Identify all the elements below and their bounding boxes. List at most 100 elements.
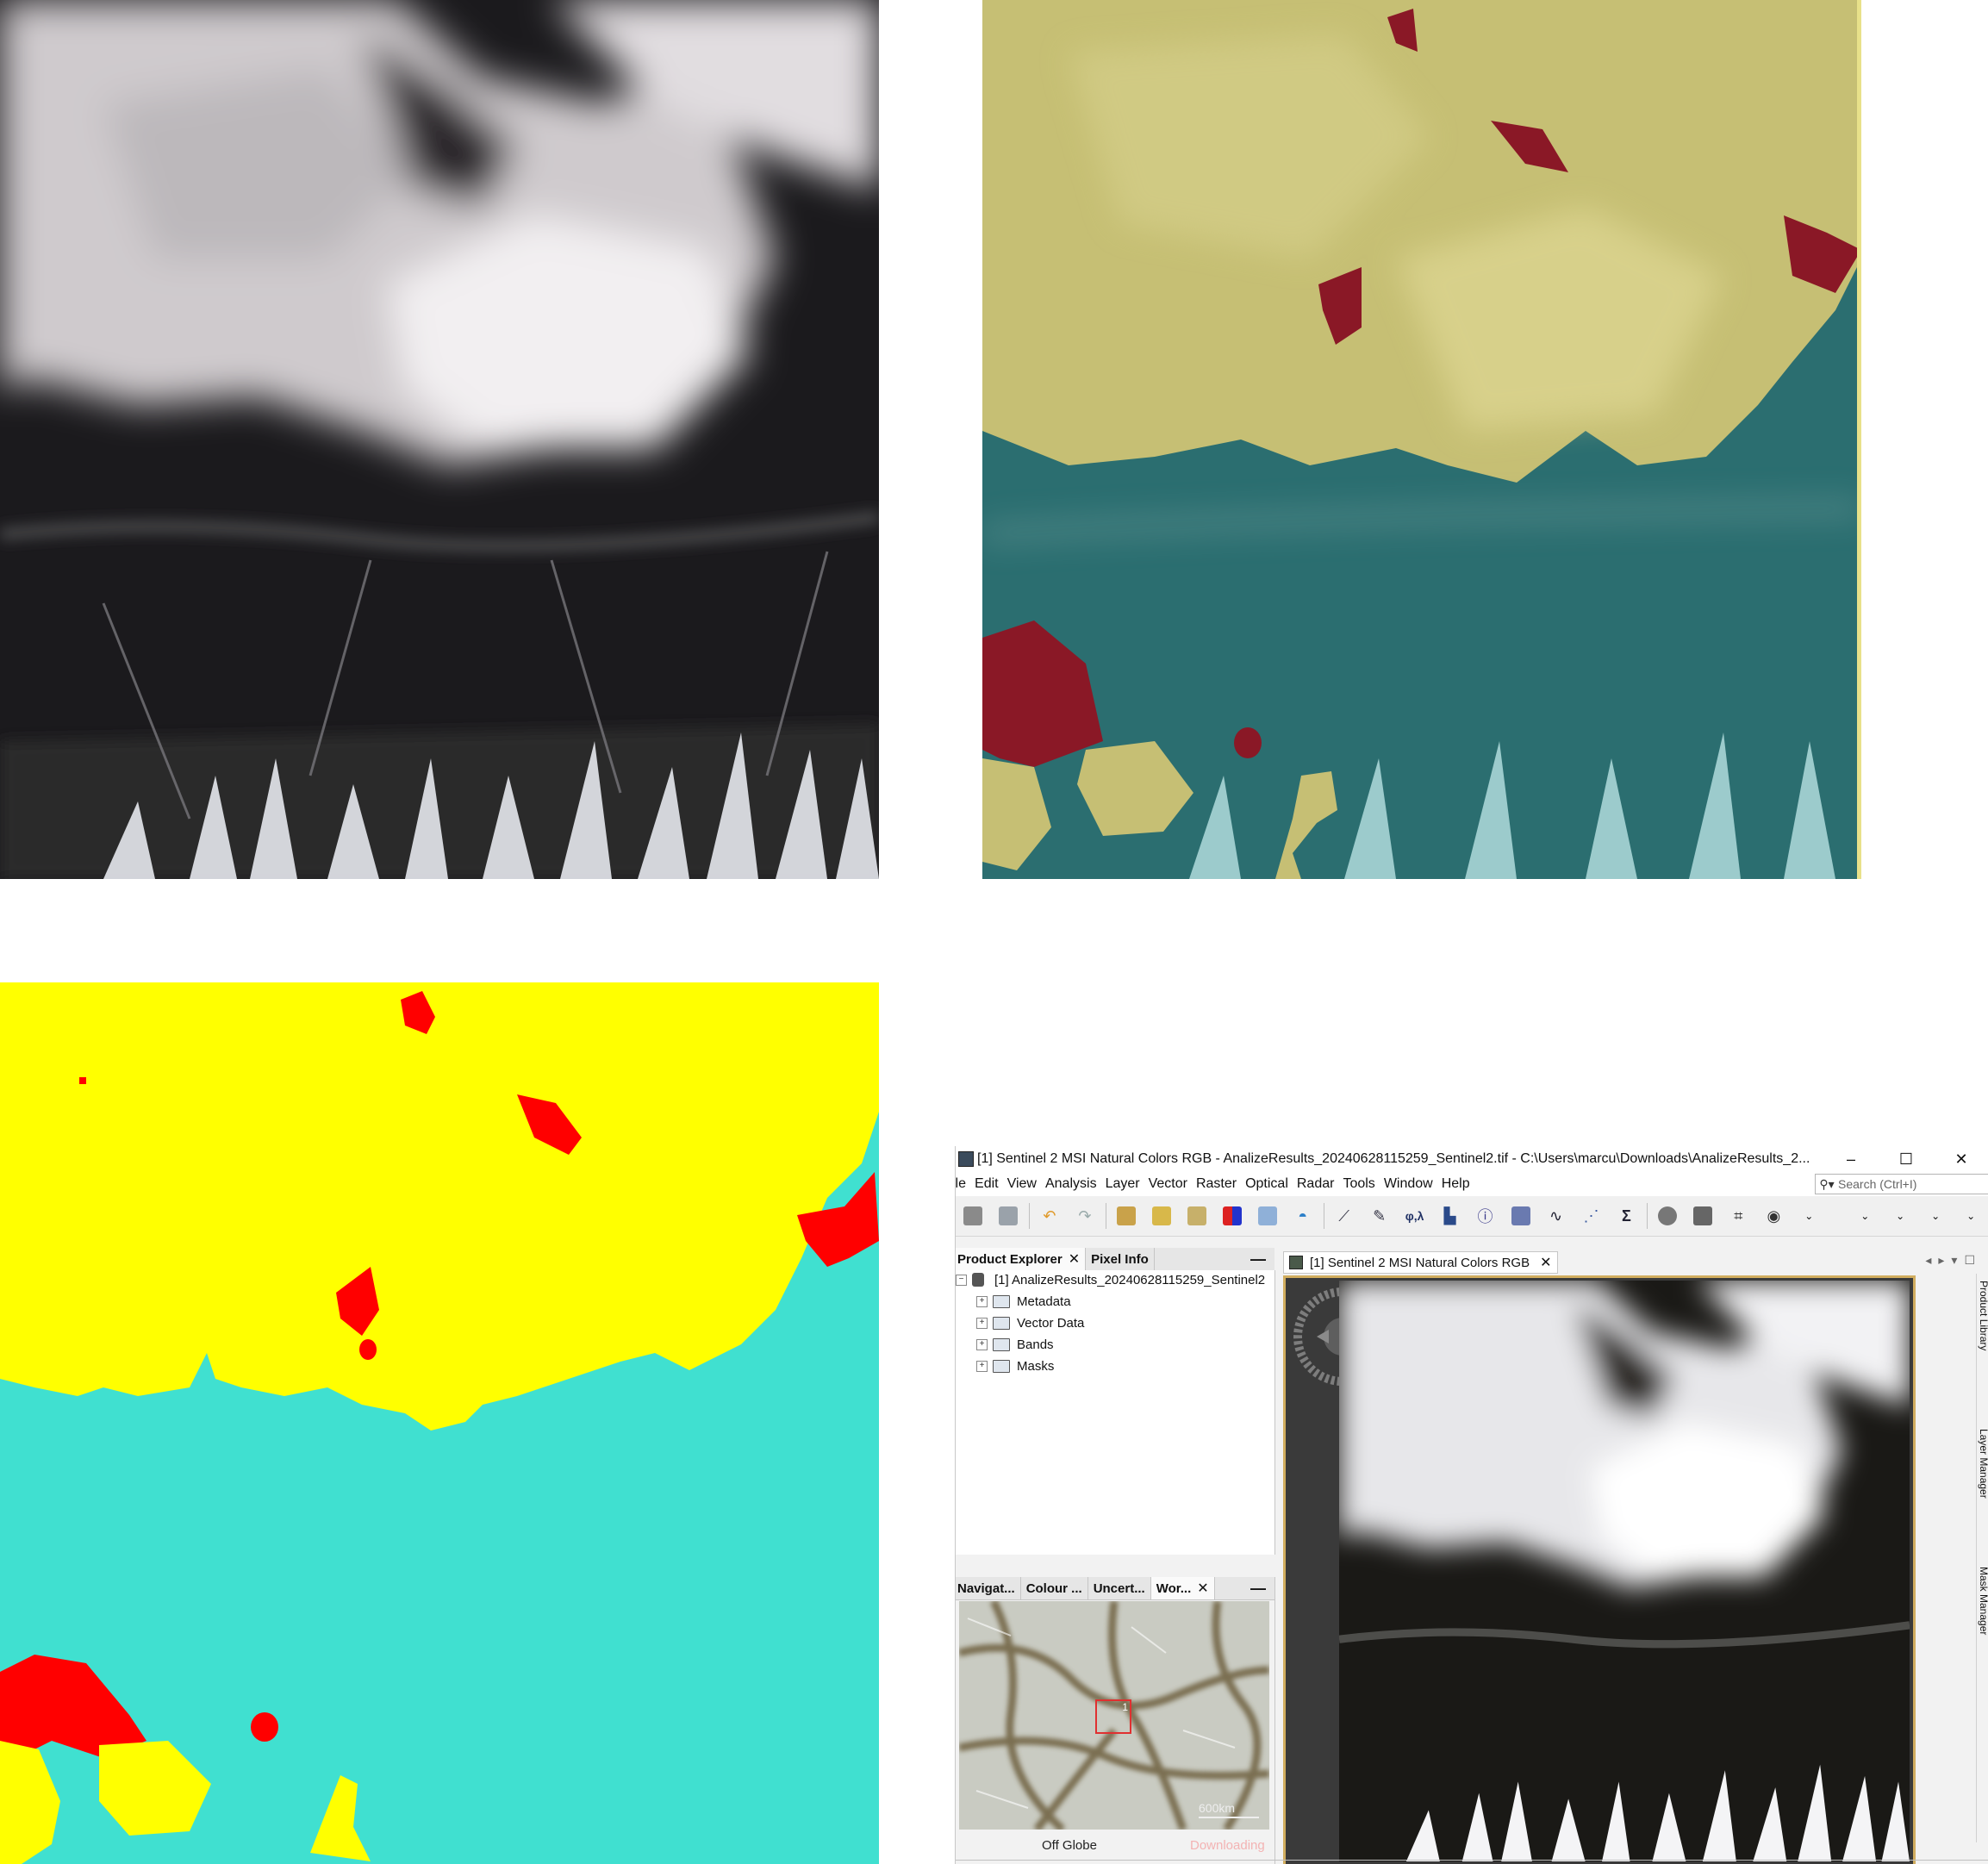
menu-help[interactable]: Help (1442, 1176, 1470, 1192)
info-icon[interactable]: ⓘ (1474, 1204, 1498, 1228)
wave-icon[interactable]: ◓ (1291, 1204, 1315, 1228)
title-bar: [1] Sentinel 2 MSI Natural Colors RGB - … (956, 1146, 1988, 1172)
image-view[interactable] (1283, 1275, 1916, 1864)
minimize-button[interactable]: – (1823, 1150, 1879, 1169)
close-icon[interactable]: ✕ (1540, 1254, 1551, 1271)
folder-icon (993, 1316, 1010, 1330)
search-placeholder: Search (Ctrl+I) (1838, 1177, 1917, 1191)
world-view-status: Off Globe Downloading (956, 1836, 1274, 1855)
rgb-image-display[interactable] (1339, 1281, 1910, 1861)
rgb-icon[interactable] (1220, 1204, 1244, 1228)
chevron-down-icon[interactable]: ⌄ (1923, 1204, 1947, 1228)
tree-node-masks[interactable]: + Masks (976, 1356, 1054, 1375)
viewport-marker[interactable]: 1 (1095, 1699, 1131, 1734)
layer-manager-tab[interactable]: Layer Manager (1978, 1429, 1988, 1499)
satellite-image-panel (0, 0, 879, 879)
app-icon (958, 1151, 974, 1167)
expand-icon[interactable]: + (976, 1317, 988, 1329)
close-button[interactable]: ✕ (1934, 1150, 1988, 1169)
navigation-tab-row: Navigat... Colour ... Uncert... Wor... ✕… (956, 1577, 1274, 1600)
menu-radar[interactable]: Radar (1297, 1176, 1335, 1192)
open-product-icon[interactable] (961, 1204, 985, 1228)
time-series-icon[interactable] (1509, 1204, 1533, 1228)
menu-view[interactable]: View (1007, 1176, 1037, 1192)
session-icon[interactable] (996, 1204, 1020, 1228)
explorer-tab-row: Product Explorer ✕ Pixel Info — (956, 1248, 1274, 1271)
classification-overlay-image (982, 0, 1861, 879)
tree-node-vector-data[interactable]: + Vector Data (976, 1313, 1084, 1332)
window-title: [1] Sentinel 2 MSI Natural Colors RGB - … (977, 1151, 1810, 1166)
image-view-icon (1289, 1256, 1303, 1269)
tab-product-explorer[interactable]: Product Explorer ✕ (956, 1248, 1087, 1270)
phi-lambda-icon[interactable]: φ,λ (1403, 1204, 1427, 1228)
pin-icon[interactable] (1691, 1204, 1715, 1228)
tab-colour-manipulation[interactable]: Colour ... (1021, 1577, 1088, 1599)
expand-icon[interactable]: + (976, 1338, 988, 1350)
main-toolbar: ↶ ↷ ◓ ⟋ ✎ φ,λ ▙ ⓘ ∿ ⋰ Σ ⌗ ◉ ⌄ ⌄ ⌄ ⌄ ⌄ (956, 1196, 1988, 1237)
minimize-panel-button[interactable]: — (1250, 1250, 1266, 1269)
tab-uncertainty[interactable]: Uncert... (1088, 1577, 1151, 1599)
tree-node-metadata[interactable]: + Metadata (976, 1292, 1071, 1311)
minimize-panel-button[interactable]: — (1250, 1580, 1266, 1598)
menu-file[interactable]: ile (956, 1176, 966, 1192)
scatter-icon[interactable]: ⋰ (1579, 1204, 1603, 1228)
world-view-map[interactable]: 1 600km (959, 1601, 1269, 1830)
menu-raster[interactable]: Raster (1196, 1176, 1237, 1192)
close-icon[interactable]: ✕ (1069, 1250, 1080, 1268)
tool-icon-3[interactable] (1185, 1204, 1209, 1228)
expand-icon[interactable]: + (976, 1295, 988, 1307)
chevron-down-icon[interactable]: ⌄ (1797, 1204, 1821, 1228)
spectrum-icon[interactable]: ∿ (1544, 1204, 1568, 1228)
tab-pixel-info[interactable]: Pixel Info (1086, 1248, 1155, 1270)
tab-image-view[interactable]: [1] Sentinel 2 MSI Natural Colors RGB ✕ (1283, 1251, 1558, 1274)
image-view-tab-row: [1] Sentinel 2 MSI Natural Colors RGB ✕ … (1280, 1251, 1988, 1274)
tab-world-view[interactable]: Wor... ✕ (1150, 1577, 1215, 1599)
product-icon (972, 1273, 984, 1287)
chevron-down-icon[interactable]: ⌄ (1959, 1204, 1983, 1228)
chevron-down-icon[interactable]: ⌄ (1888, 1204, 1912, 1228)
search-box[interactable]: ⚲▾ Search (Ctrl+I) (1815, 1174, 1988, 1194)
tree-node-bands[interactable]: + Bands (976, 1335, 1054, 1354)
scale-bar (1199, 1817, 1259, 1818)
search-icon: ⚲▾ (1819, 1176, 1835, 1191)
sigma-icon[interactable]: Σ (1614, 1204, 1638, 1228)
product-library-tab[interactable]: Product Library (1978, 1281, 1988, 1350)
tool-icon-2[interactable] (1150, 1204, 1174, 1228)
tab-label: Uncert... (1093, 1580, 1145, 1596)
download-status: Downloading (1190, 1838, 1265, 1853)
undo-icon[interactable]: ↶ (1038, 1204, 1062, 1228)
draw-icon[interactable]: ✎ (1368, 1204, 1392, 1228)
menu-edit[interactable]: Edit (975, 1176, 999, 1192)
status-bar (956, 1860, 1988, 1864)
tree-node-label: Bands (1017, 1337, 1054, 1352)
mask-manager-tab[interactable]: Mask Manager (1978, 1567, 1988, 1635)
tab-navigation[interactable]: Navigat... (956, 1577, 1021, 1599)
menu-vector[interactable]: Vector (1149, 1176, 1187, 1192)
maximize-button[interactable]: ☐ (1879, 1150, 1934, 1169)
menu-layer[interactable]: Layer (1106, 1176, 1140, 1192)
menu-optical[interactable]: Optical (1245, 1176, 1288, 1192)
tab-label: Navigat... (957, 1580, 1015, 1596)
tab-label: [1] Sentinel 2 MSI Natural Colors RGB (1310, 1255, 1530, 1270)
eye-icon[interactable]: ◉ (1761, 1204, 1785, 1228)
view-scroll-controls[interactable]: ◂▸▾☐ (1925, 1253, 1982, 1268)
expand-icon[interactable]: + (976, 1360, 988, 1372)
menu-analysis[interactable]: Analysis (1045, 1176, 1097, 1192)
histogram-icon[interactable]: ▙ (1438, 1204, 1462, 1228)
tool-icon-1[interactable] (1114, 1204, 1138, 1228)
collapse-icon[interactable]: − (956, 1274, 967, 1286)
tree-node-product[interactable]: − [1] AnalizeResults_20240628115259_Sent… (956, 1270, 1265, 1289)
grid-icon[interactable]: ⌗ (1726, 1204, 1750, 1228)
menu-window[interactable]: Window (1384, 1176, 1433, 1192)
mask-icon[interactable] (1655, 1204, 1680, 1228)
close-icon[interactable]: ✕ (1197, 1580, 1208, 1597)
folder-icon (993, 1359, 1010, 1373)
chevron-down-icon[interactable]: ⌄ (1853, 1204, 1877, 1228)
menu-tools[interactable]: Tools (1343, 1176, 1374, 1192)
right-sidebar: Product Library Layer Manager Mask Manag… (1976, 1274, 1988, 1842)
redo-icon[interactable]: ↷ (1073, 1204, 1097, 1228)
menu-bar: ile Edit View Analysis Layer Vector Rast… (956, 1172, 1988, 1196)
band-maths-icon[interactable] (1256, 1204, 1280, 1228)
polyline-icon[interactable]: ⟋ (1332, 1204, 1356, 1228)
satellite-image (0, 0, 879, 879)
